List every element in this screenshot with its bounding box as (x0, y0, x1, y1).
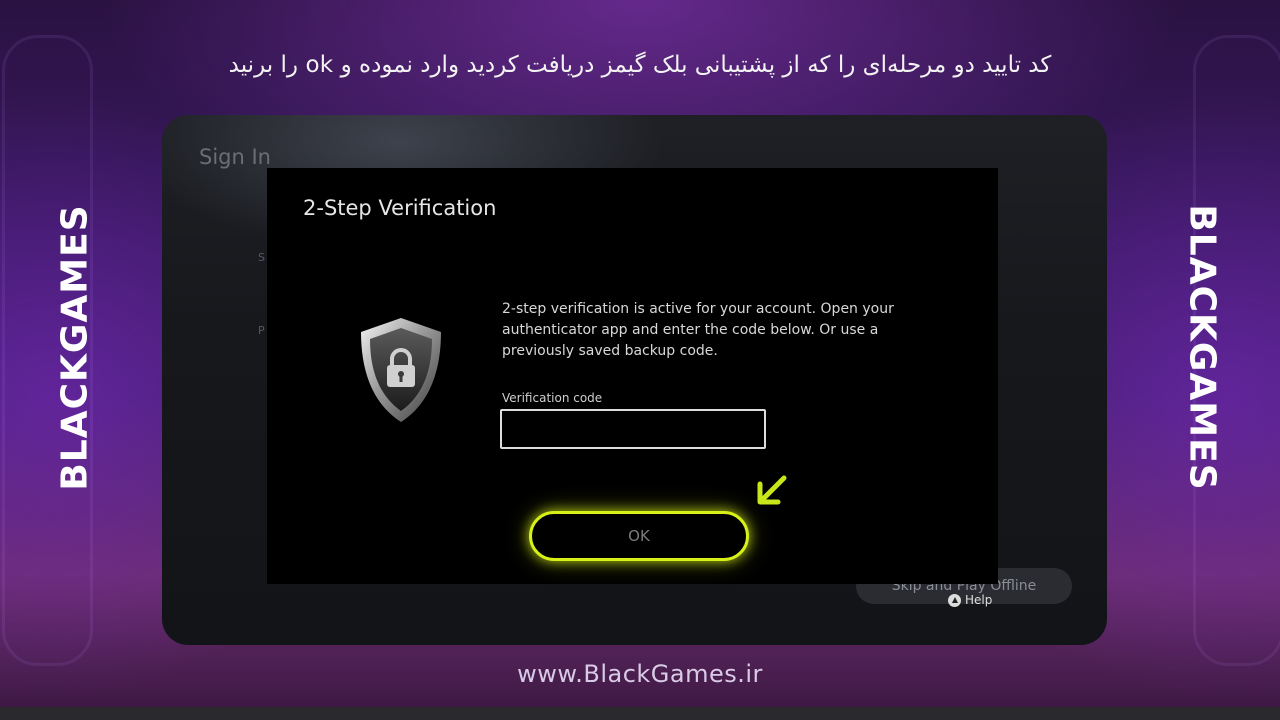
brand-logo-right: BLACKGAMES (1172, 204, 1232, 490)
two-step-dialog: 2-Step Verification 2-step verification … (267, 168, 998, 584)
verification-code-input[interactable] (500, 409, 766, 449)
instruction-caption: کد تایید دو مرحله‌ای را که از پشتیبانی ب… (228, 52, 1052, 78)
brand-text-left: BLACKGAMES (54, 204, 96, 491)
dialog-description: 2-step verification is active for your a… (502, 301, 894, 359)
verification-code-label: Verification code (502, 391, 603, 405)
background-field-label-2: P (258, 324, 265, 337)
help-hint[interactable]: Help (948, 593, 992, 607)
background-field-label-1: S (258, 251, 265, 264)
shield-lock-icon (361, 318, 441, 422)
arrow-down-left-icon (757, 475, 787, 505)
ok-button[interactable]: OK (529, 511, 749, 561)
footer-website-url[interactable]: www.BlackGames.ir (0, 660, 1280, 688)
triangle-button-icon (948, 593, 961, 607)
dialog-title: 2-Step Verification (303, 196, 497, 220)
help-label: Help (965, 593, 993, 607)
bottom-strip (0, 707, 1280, 720)
brand-text-right: BLACKGAMES (1181, 204, 1223, 491)
brand-logo-left: BLACKGAMES (45, 204, 105, 490)
sign-in-title: Sign In (199, 145, 271, 169)
